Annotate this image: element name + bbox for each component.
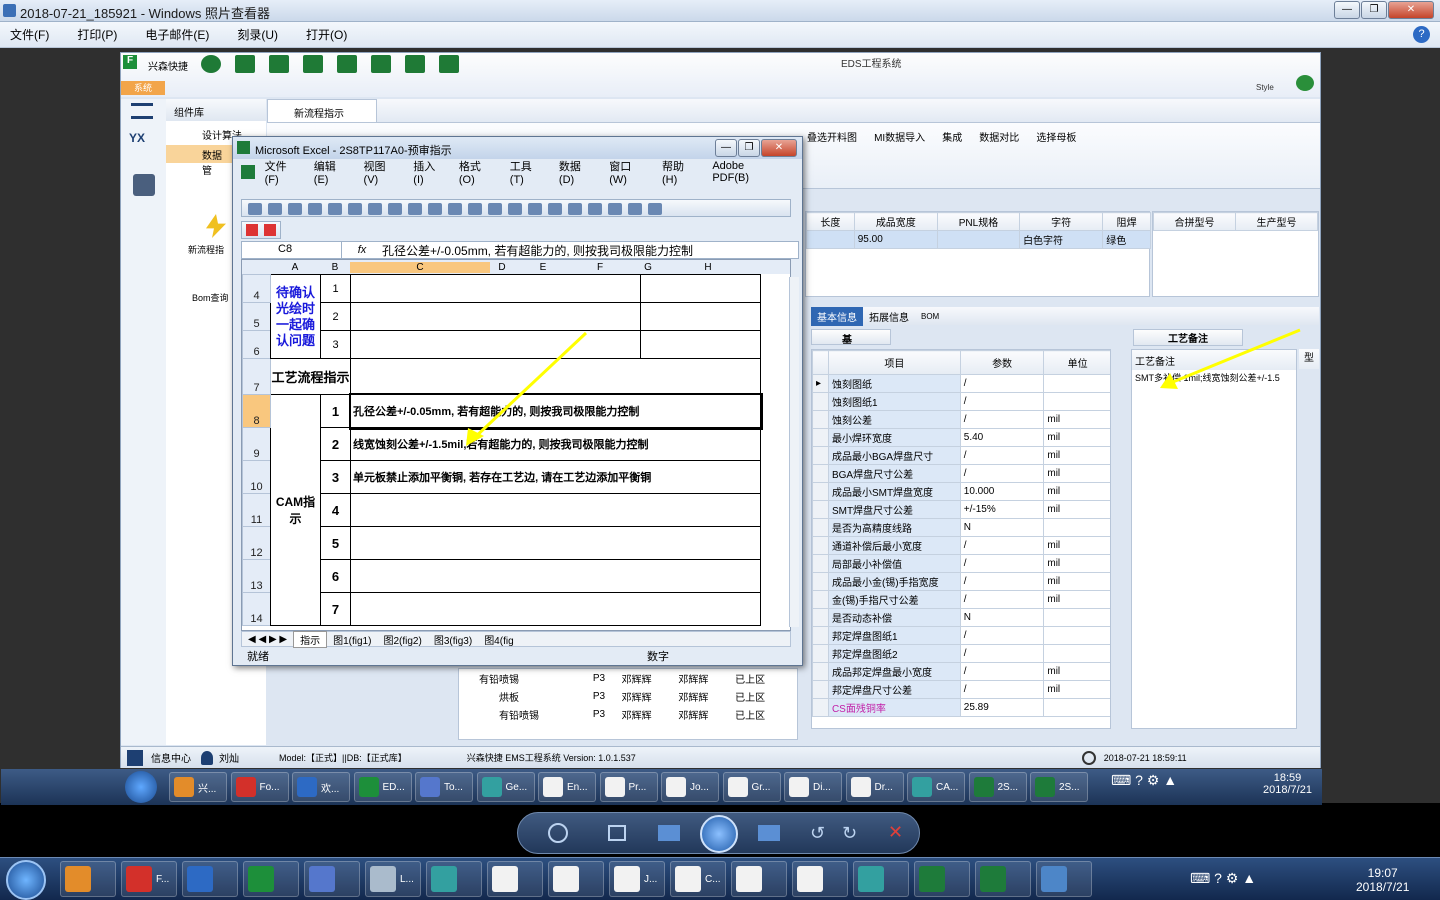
- system-clock: 19:07 2018/7/21: [1356, 866, 1409, 894]
- app-icon: [309, 866, 335, 892]
- taskbar-button[interactable]: [487, 861, 543, 897]
- taskbar-button[interactable]: J...: [609, 861, 665, 897]
- annotation-arrows: [466, 328, 1301, 446]
- taskbar-button[interactable]: [548, 861, 604, 897]
- app-icon: [126, 866, 152, 892]
- app-icon: [65, 866, 91, 892]
- taskbar-button[interactable]: [914, 861, 970, 897]
- start-button[interactable]: [6, 860, 46, 900]
- next-icon[interactable]: [758, 825, 780, 841]
- rotate-right-icon[interactable]: ↻: [842, 823, 857, 844]
- taskbar-button[interactable]: [304, 861, 360, 897]
- taskbar-button[interactable]: [975, 861, 1031, 897]
- slideshow-button[interactable]: [700, 815, 738, 853]
- taskbar-button[interactable]: [182, 861, 238, 897]
- app-icon: [980, 866, 1006, 892]
- taskbar-button[interactable]: [243, 861, 299, 897]
- task-label: L...: [400, 873, 414, 885]
- task-label: F...: [156, 873, 170, 885]
- app-icon: [431, 866, 457, 892]
- taskbar-button[interactable]: [731, 861, 787, 897]
- task-label: J...: [644, 873, 658, 885]
- taskbar-button[interactable]: [60, 861, 116, 897]
- taskbar-button[interactable]: F...: [121, 861, 177, 897]
- arrow-line-left: [470, 331, 588, 442]
- zoom-icon[interactable]: [548, 823, 568, 843]
- app-icon: [675, 866, 701, 892]
- app-icon: [492, 866, 518, 892]
- app-icon: [858, 866, 884, 892]
- rotate-left-icon[interactable]: ↺: [810, 823, 825, 844]
- system-tray-icons: ⌨ ? ⚙ ▲: [1190, 870, 1257, 886]
- taskbar-button[interactable]: [426, 861, 482, 897]
- windows-taskbar: ⌨ ? ⚙ ▲ 19:07 2018/7/21 F... L... J... C...: [0, 857, 1440, 900]
- app-icon: [736, 866, 762, 892]
- taskbar-button[interactable]: [792, 861, 848, 897]
- app-icon: [248, 866, 274, 892]
- viewer-controls: ↺ ↻ ✕: [517, 812, 920, 854]
- previous-icon[interactable]: [658, 825, 680, 841]
- taskbar-button[interactable]: [853, 861, 909, 897]
- taskbar-button[interactable]: C...: [670, 861, 726, 897]
- app-icon: [919, 866, 945, 892]
- app-icon: [187, 866, 213, 892]
- clock-date: 2018/7/21: [1356, 880, 1410, 894]
- delete-icon[interactable]: ✕: [888, 822, 903, 843]
- taskbar-button[interactable]: [1036, 861, 1092, 897]
- app-icon: [553, 866, 579, 892]
- app-icon: [370, 866, 396, 892]
- arrow-line-right: [1167, 328, 1301, 386]
- fit-window-icon[interactable]: [608, 825, 626, 841]
- app-icon: [797, 866, 823, 892]
- task-label: C...: [705, 873, 721, 885]
- app-icon: [1041, 866, 1067, 892]
- clock-time: 19:07: [1367, 866, 1398, 880]
- taskbar-button[interactable]: L...: [365, 861, 421, 897]
- app-icon: [614, 866, 640, 892]
